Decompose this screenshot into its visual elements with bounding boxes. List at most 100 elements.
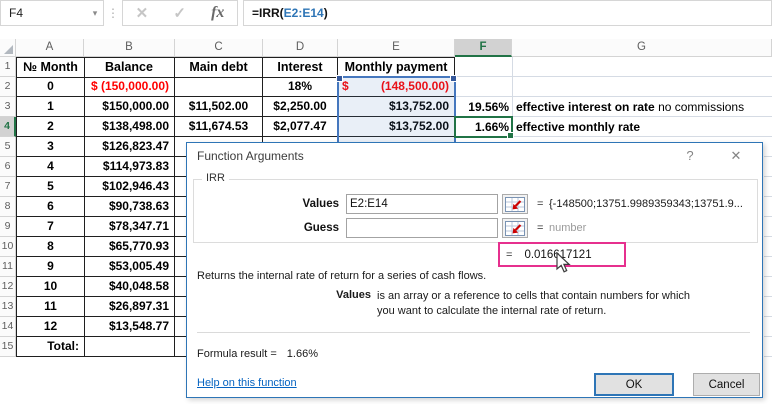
row-header-14[interactable]: 14: [0, 317, 16, 337]
close-icon[interactable]: ✕: [725, 147, 747, 165]
range-selector-icon: [505, 220, 525, 236]
dialog-separator: [197, 332, 750, 333]
cell-f3[interactable]: 19.56%: [455, 97, 509, 117]
table-cell[interactable]: 1: [16, 97, 85, 117]
table-cell[interactable]: [84, 337, 175, 357]
values-range-selector-button[interactable]: [502, 194, 528, 214]
table-cell[interactable]: 4: [16, 157, 85, 177]
dialog-title: Function Arguments: [197, 149, 304, 163]
row-header-5[interactable]: 5: [0, 137, 16, 157]
function-name-label: IRR: [202, 172, 229, 184]
table-header-cell[interactable]: Monthly payment: [338, 57, 455, 78]
cell-g3[interactable]: effective interest on rate no commission…: [516, 97, 772, 117]
column-header-d[interactable]: D: [263, 39, 338, 57]
column-header-b[interactable]: B: [84, 39, 175, 57]
guess-range-selector-button[interactable]: [502, 218, 528, 238]
result-value: 0.016617121: [524, 248, 592, 261]
row-header-10[interactable]: 10: [0, 237, 16, 257]
table-cell[interactable]: $53,005.49: [84, 257, 175, 277]
excel-window: F4 ▾ ⋮ ✕ ✓ fx =IRR(E2:E14) ABCDEFG123456…: [0, 0, 772, 404]
cancel-button[interactable]: Cancel: [693, 373, 760, 396]
table-cell[interactable]: $2,077.47: [263, 117, 338, 137]
table-cell[interactable]: 8: [16, 237, 85, 257]
row-header-15[interactable]: 15: [0, 337, 16, 357]
column-header-f[interactable]: F: [455, 39, 512, 57]
row-header-2[interactable]: 2: [0, 77, 16, 97]
table-header-cell[interactable]: Balance: [84, 57, 175, 78]
ok-button[interactable]: OK: [594, 373, 674, 396]
help-on-function-link[interactable]: Help on this function: [197, 377, 297, 389]
column-header-g[interactable]: G: [512, 39, 772, 57]
function-description: Returns the internal rate of return for …: [197, 270, 487, 282]
argument-help: Values is an array or a reference to cel…: [197, 289, 705, 319]
row-header-3[interactable]: 3: [0, 97, 16, 117]
table-cell[interactable]: $ (148,500.00): [338, 77, 455, 97]
table-cell[interactable]: 9: [16, 257, 85, 277]
cell-g3-normal-text: no commissions: [658, 100, 745, 114]
table-cell[interactable]: $13,752.00: [338, 97, 455, 117]
table-cell[interactable]: $78,347.71: [84, 217, 175, 237]
table-cell[interactable]: $13,752.00: [338, 117, 455, 137]
table-cell[interactable]: 6: [16, 197, 85, 217]
row-header-13[interactable]: 13: [0, 297, 16, 317]
table-cell[interactable]: $11,674.53: [175, 117, 263, 137]
guess-type-hint: number: [549, 222, 587, 234]
table-cell[interactable]: 2: [16, 117, 85, 137]
currency-symbol: $: [342, 79, 349, 93]
column-header-c[interactable]: C: [175, 39, 263, 57]
formula-result-row: Formula result = 1.66%: [197, 348, 318, 360]
row-header-9[interactable]: 9: [0, 217, 16, 237]
row-header-8[interactable]: 8: [0, 197, 16, 217]
table-cell[interactable]: 18%: [263, 77, 338, 97]
row-header-7[interactable]: 7: [0, 177, 16, 197]
table-cell[interactable]: $11,502.00: [175, 97, 263, 117]
table-cell[interactable]: 12: [16, 317, 85, 337]
guess-argument-row: Guess = number: [187, 218, 762, 238]
table-cell[interactable]: 11: [16, 297, 85, 317]
table-cell[interactable]: $13,548.77: [84, 317, 175, 337]
help-icon[interactable]: ?: [679, 147, 701, 165]
table-cell[interactable]: 3: [16, 137, 85, 157]
table-header-cell[interactable]: Main debt: [175, 57, 263, 78]
table-cell[interactable]: [175, 77, 263, 97]
values-equals-sign: =: [537, 198, 544, 210]
table-cell[interactable]: 10: [16, 277, 85, 297]
table-cell[interactable]: 5: [16, 177, 85, 197]
intermediate-result-box: = 0.016617121: [498, 242, 626, 267]
table-cell[interactable]: Total:: [16, 337, 85, 357]
values-input[interactable]: [346, 194, 498, 214]
table-cell[interactable]: $2,250.00: [263, 97, 338, 117]
row-header-12[interactable]: 12: [0, 277, 16, 297]
argument-help-text: is an array or a reference to cells that…: [377, 290, 691, 317]
table-cell[interactable]: $40,048.58: [84, 277, 175, 297]
table-cell[interactable]: $114,973.83: [84, 157, 175, 177]
table-cell[interactable]: $126,823.47: [84, 137, 175, 157]
table-cell[interactable]: $90,738.63: [84, 197, 175, 217]
table-cell[interactable]: $26,897.31: [84, 297, 175, 317]
column-header-a[interactable]: A: [16, 39, 84, 57]
cell-f4-active[interactable]: 1.66%: [455, 117, 509, 137]
table-header-cell[interactable]: Interest: [263, 57, 338, 78]
gridlines-right-strip: [764, 137, 772, 358]
values-argument-row: Values = {-148500;13751.9989359343;13751…: [187, 194, 762, 214]
table-cell[interactable]: $102,946.43: [84, 177, 175, 197]
table-cell[interactable]: $150,000.00: [84, 97, 175, 117]
guess-input[interactable]: [346, 218, 498, 238]
column-header-e[interactable]: E: [338, 39, 455, 57]
row-header-11[interactable]: 11: [0, 257, 16, 277]
guess-label: Guess: [303, 222, 339, 234]
row-header-4[interactable]: 4: [0, 117, 16, 137]
table-cell[interactable]: $ (150,000.00): [84, 77, 175, 97]
formula-result-value: 1.66%: [286, 348, 318, 360]
values-evaluated-array: {-148500;13751.9989359343;13751.9...: [549, 198, 743, 210]
formula-result-label: Formula result =: [197, 348, 277, 360]
row-header-6[interactable]: 6: [0, 157, 16, 177]
guess-equals-sign: =: [537, 222, 544, 234]
table-cell[interactable]: $65,770.93: [84, 237, 175, 257]
table-cell[interactable]: 0: [16, 77, 85, 97]
table-header-cell[interactable]: № Month: [16, 57, 85, 78]
row-header-1[interactable]: 1: [0, 57, 16, 77]
cell-g4[interactable]: effective monthly rate: [516, 117, 772, 137]
table-cell[interactable]: $138,498.00: [84, 117, 175, 137]
table-cell[interactable]: 7: [16, 217, 85, 237]
